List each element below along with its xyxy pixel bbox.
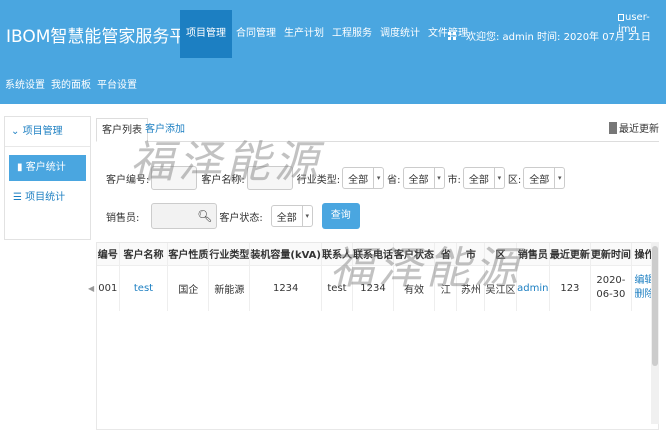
vertical-scrollbar[interactable] [651, 242, 659, 424]
nav-engineering-service[interactable]: 工程服务 [328, 10, 376, 58]
province-select[interactable]: 全部 ▾ [402, 167, 445, 189]
broken-image-icon [618, 13, 624, 21]
sidebar-item-label: 客户统计 [25, 162, 66, 173]
cell-customer-name-link[interactable]: test [119, 264, 169, 311]
tab-bar: 客户列表 客户添加 最近更新 [96, 116, 659, 142]
customer-name-label: 客户名称: [201, 174, 245, 186]
subnav-my-panel[interactable]: 我的面板 [51, 76, 91, 91]
cell-contact: test [321, 264, 353, 311]
main-content: 客户列表 客户添加 最近更新 客户编号: 客户名称: 行业类型: 全部 ▾ 省:… [88, 116, 659, 443]
industry-label: 行业类型: [296, 174, 341, 186]
table-header-row: 编号 客户名称 客户性质 行业类型 装机容量(kVA) 联系人 联系电话 客户状… [97, 243, 659, 265]
chevron-down-icon: ⌄ [11, 126, 20, 137]
dropdown-arrow-icon: ▾ [373, 168, 383, 188]
city-select[interactable]: 全部 ▾ [462, 167, 505, 189]
industry-select[interactable]: 全部 ▾ [342, 167, 385, 189]
col-header: 最近更新 [549, 243, 591, 265]
sidebar: ⌄ 项目管理 ▮ 客户统计 ☰ 项目统计 [4, 116, 91, 240]
col-header: 销售员 [516, 243, 550, 265]
customer-code-label: 客户编号: [106, 174, 150, 186]
query-button[interactable]: 查询 [321, 203, 360, 229]
sidebar-item-label: 项目统计 [25, 192, 66, 203]
col-header: 行业类型 [208, 243, 251, 265]
city-label: 市: [447, 174, 461, 186]
col-header: 客户名称 [119, 243, 169, 265]
nav-production-plan[interactable]: 生产计划 [280, 10, 328, 58]
scroll-left-icon[interactable]: ◀ [88, 284, 94, 293]
refresh-icon [609, 121, 617, 134]
nav-contract-management[interactable]: 合同管理 [232, 10, 280, 58]
status-select[interactable]: 全部 ▾ [270, 205, 313, 227]
subnav-platform-settings[interactable]: 平台设置 [97, 76, 137, 91]
cell-updated: 2020-06-30 [590, 264, 632, 311]
col-header: 市 [456, 243, 486, 265]
dropdown-arrow-icon: ▾ [301, 206, 312, 226]
cell-province: 江 [434, 264, 458, 311]
status-label: 客户状态: [219, 212, 263, 224]
sales-label: 销售员: [106, 212, 140, 224]
cell-district: 吴江区 [484, 264, 517, 311]
brand-title: IBOM智慧能管家服务平台 [6, 27, 204, 47]
col-header: 编号 [97, 243, 120, 265]
dropdown-arrow-icon: ▾ [493, 168, 504, 188]
customer-code-input[interactable] [151, 166, 198, 190]
col-header: 联系电话 [352, 243, 394, 265]
user-avatar[interactable]: user-img [618, 12, 664, 36]
nav-project-management[interactable]: 项目管理 [180, 10, 232, 58]
recent-update[interactable]: 最近更新 [609, 120, 659, 135]
sidebar-title: 项目管理 [22, 126, 63, 137]
cell-sales[interactable]: admin [516, 264, 550, 311]
col-header: 区 [484, 243, 517, 265]
district-select[interactable]: 全部 ▾ [523, 167, 566, 189]
sub-nav: 系统设置 我的面板 平台设置 [5, 76, 137, 91]
sidebar-item-project-stats[interactable]: ☰ 项目统计 [5, 185, 90, 211]
customer-name-input[interactable] [246, 166, 293, 190]
subnav-system-settings[interactable]: 系统设置 [5, 76, 45, 91]
grid-icon[interactable] [448, 31, 456, 40]
filter-row-1: 客户编号: 客户名称: 行业类型: 全部 ▾ 省: 全部 ▾ 市: 全部 ▾ 区… [106, 164, 568, 192]
search-icon: 🔍︎ [197, 209, 213, 223]
top-header: IBOM智慧能管家服务平台 项目管理 合同管理 生产计划 工程服务 调度统计 文… [0, 0, 666, 104]
tab-customer-add[interactable]: 客户添加 [140, 118, 190, 142]
filter-row-2: 销售员: 🔍︎ 客户状态: 全部 ▾ 查询 [106, 202, 360, 230]
cell-status: 有效 [393, 264, 435, 311]
province-label: 省: [387, 174, 401, 186]
cell-capacity: 1234 [249, 264, 322, 311]
cell-city: 苏州 [456, 264, 486, 311]
scrollbar-thumb[interactable] [652, 246, 658, 366]
col-header: 联系人 [321, 243, 353, 265]
district-value: 全部 [529, 174, 550, 186]
dropdown-arrow-icon: ▾ [433, 168, 444, 188]
table-row: 001 test 国企 新能源 1234 test 1234 有效 江 苏州 吴… [97, 264, 659, 311]
list-icon: ☰ [13, 192, 22, 203]
city-value: 全部 [468, 174, 489, 186]
user-icon: ▮ [17, 162, 23, 173]
col-header: 省 [434, 243, 458, 265]
cell-phone: 1234 [352, 264, 394, 311]
district-label: 区: [507, 174, 522, 186]
col-header: 更新时间 [590, 243, 632, 265]
dropdown-arrow-icon: ▾ [554, 168, 564, 188]
cell-recent: 123 [549, 264, 591, 311]
cell-id: 001 [97, 264, 120, 311]
province-value: 全部 [408, 174, 429, 186]
sales-search-input[interactable]: 🔍︎ [151, 203, 218, 229]
col-header: 客户性质 [167, 243, 210, 265]
cell-nature: 国企 [167, 264, 210, 311]
recent-update-label: 最近更新 [619, 124, 659, 135]
nav-dispatch-statistics[interactable]: 调度统计 [376, 10, 424, 58]
status-value: 全部 [276, 212, 297, 224]
top-nav: 项目管理 合同管理 生产计划 工程服务 调度统计 文件管理 [180, 10, 472, 58]
cell-industry: 新能源 [208, 264, 251, 311]
col-header: 客户状态 [393, 243, 435, 265]
customer-table: 编号 客户名称 客户性质 行业类型 装机容量(kVA) 联系人 联系电话 客户状… [96, 242, 659, 430]
industry-value: 全部 [348, 174, 369, 186]
sidebar-item-customer-stats[interactable]: ▮ 客户统计 [9, 155, 86, 181]
col-header: 装机容量(kVA) [249, 243, 322, 265]
sidebar-header[interactable]: ⌄ 项目管理 [5, 117, 90, 147]
